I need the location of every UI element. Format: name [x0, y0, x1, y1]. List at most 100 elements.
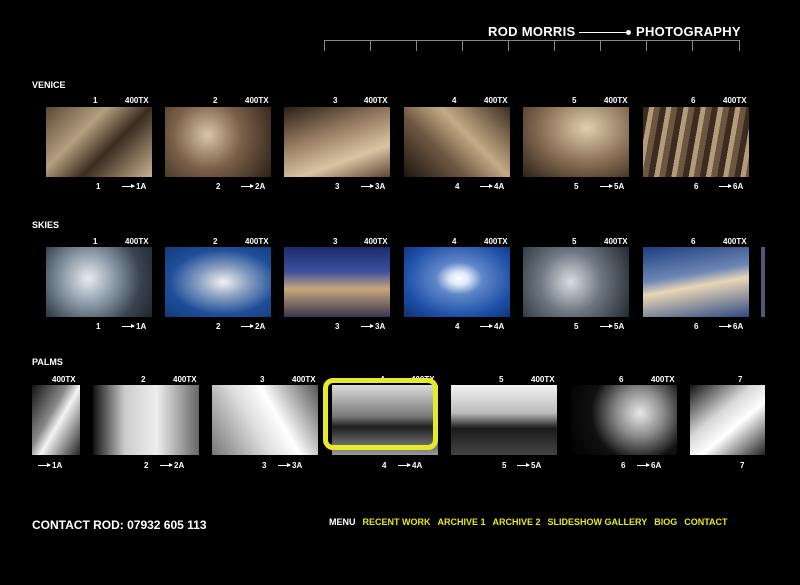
- skies-photo-partial: [761, 247, 765, 317]
- nav-slideshow-gallery[interactable]: SLIDESHOW GALLERY: [548, 517, 648, 527]
- venice-photo-2[interactable]: [165, 107, 271, 177]
- nav-contact[interactable]: CONTACT: [684, 517, 727, 527]
- arrow-icon: [398, 463, 411, 467]
- frame-arrow-label: 2A: [241, 322, 265, 331]
- venice-photo-1[interactable]: [46, 107, 152, 177]
- nav-archive-2[interactable]: ARCHIVE 2: [493, 517, 541, 527]
- frame-number: 3: [335, 182, 340, 191]
- film-label: 400TX: [292, 375, 316, 384]
- menu-label: MENU: [329, 517, 356, 527]
- venice-photo-4[interactable]: [404, 107, 510, 177]
- frame-number: 1: [93, 237, 98, 246]
- arrow-icon: [480, 324, 493, 328]
- arrow-icon: [719, 324, 732, 328]
- venice-photo-5[interactable]: [523, 107, 629, 177]
- frame-number: 6: [621, 461, 626, 470]
- film-label: 400TX: [651, 375, 675, 384]
- palms-photo-2[interactable]: [93, 385, 199, 455]
- arrow-icon: [122, 324, 135, 328]
- palms-photo-1[interactable]: [32, 385, 80, 455]
- frame-number: 6: [694, 182, 699, 191]
- frame-number: 4: [452, 237, 457, 246]
- frame-arrow-label: 6A: [637, 461, 661, 470]
- frame-number: 7: [738, 375, 743, 384]
- frame-number: 2: [213, 237, 218, 246]
- frame-number: 5: [499, 375, 504, 384]
- frame-number: 6: [691, 96, 696, 105]
- frame-arrow-label: 4A: [480, 182, 504, 191]
- arrow-icon: [122, 184, 135, 188]
- frame-number: 7: [740, 461, 745, 470]
- venice-photo-3[interactable]: [284, 107, 390, 177]
- palms-photo-3[interactable]: [212, 385, 318, 455]
- frame-number: 5: [502, 461, 507, 470]
- skies-photo-6[interactable]: [643, 247, 749, 317]
- nav-archive-1[interactable]: ARCHIVE 1: [438, 517, 486, 527]
- frame-number: 6: [694, 322, 699, 331]
- frame-number: 1: [96, 322, 101, 331]
- section-label-venice: VENICE: [32, 80, 66, 90]
- palms-photo-5[interactable]: [451, 385, 557, 455]
- brand-title: PHOTOGRAPHY: [636, 24, 741, 39]
- frame-arrow-label: 1A: [122, 322, 146, 331]
- film-label: 400TX: [364, 237, 388, 246]
- section-label-skies: SKIES: [32, 220, 60, 230]
- frame-arrow-label: 2A: [241, 182, 265, 191]
- frame-arrow-label: 1A: [38, 461, 62, 470]
- arrow-icon: [241, 324, 254, 328]
- brand-name: ROD MORRIS: [488, 24, 576, 39]
- film-label: 400TX: [723, 237, 747, 246]
- frame-number: 4: [382, 461, 387, 470]
- frame-number: 3: [333, 96, 338, 105]
- film-label: 400TX: [245, 96, 269, 105]
- film-label: 400TX: [604, 237, 628, 246]
- arrow-icon: [480, 184, 493, 188]
- footer-nav: MENU RECENT WORK ARCHIVE 1 ARCHIVE 2 SLI…: [329, 517, 728, 527]
- skies-photo-3[interactable]: [284, 247, 390, 317]
- nav-recent-work[interactable]: RECENT WORK: [363, 517, 431, 527]
- arrow-icon: [600, 184, 613, 188]
- frame-number: 3: [335, 322, 340, 331]
- skies-photo-5[interactable]: [523, 247, 629, 317]
- frame-arrow-label: 4A: [398, 461, 422, 470]
- frame-number: 2: [144, 461, 149, 470]
- palms-photo-7[interactable]: [690, 385, 765, 455]
- palms-photo-6[interactable]: [571, 385, 677, 455]
- arrow-icon: [719, 184, 732, 188]
- frame-number: 5: [574, 182, 579, 191]
- frame-number: 5: [572, 96, 577, 105]
- skies-photo-1[interactable]: [46, 247, 152, 317]
- frame-number: 4: [452, 96, 457, 105]
- frame-arrow-label: 5A: [600, 182, 624, 191]
- film-label: 400TX: [723, 96, 747, 105]
- frame-number: 2: [216, 322, 221, 331]
- skies-photo-4[interactable]: [404, 247, 510, 317]
- frame-arrow-label: 1A: [122, 182, 146, 191]
- frame-arrow-label: 6A: [719, 322, 743, 331]
- film-label: 400TX: [125, 96, 149, 105]
- frame-number: 2: [141, 375, 146, 384]
- venice-photo-6[interactable]: [643, 107, 749, 177]
- film-label: 400TX: [531, 375, 555, 384]
- arrow-icon: [361, 184, 374, 188]
- frame-number: 2: [213, 96, 218, 105]
- contact-phone: CONTACT ROD: 07932 605 113: [32, 518, 207, 532]
- frame-arrow-label: 3A: [278, 461, 302, 470]
- frame-number: 1: [93, 96, 98, 105]
- arrow-icon: [637, 463, 650, 467]
- selected-photo-highlight: [323, 378, 438, 450]
- nav-blog[interactable]: BlOG: [654, 517, 677, 527]
- frame-arrow-label: 5A: [600, 322, 624, 331]
- frame-arrow-label: 6A: [719, 182, 743, 191]
- frame-number: 1: [96, 182, 101, 191]
- film-label: 400TX: [484, 237, 508, 246]
- film-label: 400TX: [364, 96, 388, 105]
- skies-photo-2[interactable]: [165, 247, 271, 317]
- film-label: 400TX: [245, 237, 269, 246]
- film-label: 400TX: [173, 375, 197, 384]
- arrow-icon: [361, 324, 374, 328]
- frame-arrow-label: 4A: [480, 322, 504, 331]
- frame-number: 6: [691, 237, 696, 246]
- film-label: 400TX: [604, 96, 628, 105]
- frame-number: 4: [455, 322, 460, 331]
